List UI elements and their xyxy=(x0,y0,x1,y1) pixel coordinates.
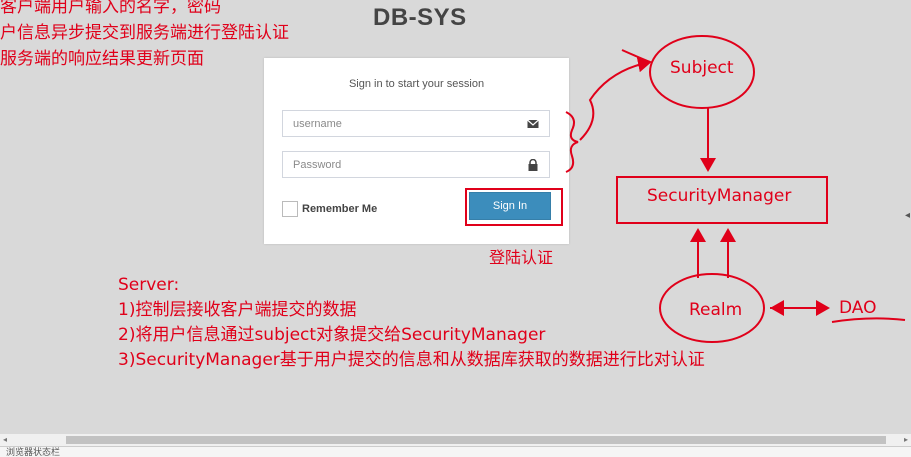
subject-label: Subject xyxy=(670,58,734,78)
server-note-2: 2)将用户信息通过subject对象提交给SecurityManager xyxy=(118,325,546,345)
sign-in-highlight-box xyxy=(465,188,563,226)
app-logo-title: DB-SYS xyxy=(373,4,467,31)
realm-label: Realm xyxy=(689,300,743,320)
envelope-icon xyxy=(527,119,539,128)
scroll-right-icon[interactable]: ▸ xyxy=(901,434,911,446)
server-notes-heading: Server: xyxy=(118,275,180,295)
scroll-left-icon[interactable]: ◂ xyxy=(0,434,10,446)
remember-me[interactable]: Remember Me xyxy=(282,201,377,217)
username-input[interactable] xyxy=(283,111,513,136)
server-note-3: 3)SecurityManager基于用户提交的信息和从数据库获取的数据进行比对… xyxy=(118,350,705,370)
subject-arrow-tail xyxy=(621,49,651,63)
annotation-top-note: 客户端用户输入的名字，密码 户信息异步提交到服务端进行登陆认证 服务端的响应结果… xyxy=(0,0,289,72)
scroll-edge-marker: ◂ xyxy=(905,210,911,221)
login-box-message: Sign in to start your session xyxy=(348,78,485,90)
brace-to-subject-arrow xyxy=(579,56,652,141)
password-input[interactable] xyxy=(283,152,513,177)
securitymanager-label: SecurityManager xyxy=(647,186,792,206)
annotation-line-1: 客户端用户输入的名字，密码 xyxy=(0,0,221,17)
annotation-line-3: 服务端的响应结果更新页面 xyxy=(0,49,204,69)
remember-me-checkbox[interactable] xyxy=(282,201,298,217)
horizontal-scrollbar[interactable]: ◂ ▸ xyxy=(0,434,911,446)
server-note-1: 1)控制层接收客户端提交的数据 xyxy=(118,300,357,320)
lock-icon xyxy=(528,159,538,171)
server-notes: Server: 1)控制层接收客户端提交的数据 2)将用户信息通过subject… xyxy=(118,273,705,373)
password-field[interactable] xyxy=(282,151,550,178)
remember-me-label: Remember Me xyxy=(302,203,378,215)
dao-label: DAO xyxy=(839,298,877,318)
status-bar: 浏览器状态栏 xyxy=(0,446,911,457)
scrollbar-thumb[interactable] xyxy=(66,436,886,444)
dao-underline xyxy=(831,317,906,323)
annotation-line-2: 户信息异步提交到服务端进行登陆认证 xyxy=(0,23,289,43)
sign-in-annotation: 登陆认证 xyxy=(489,248,554,267)
username-field[interactable] xyxy=(282,110,550,137)
